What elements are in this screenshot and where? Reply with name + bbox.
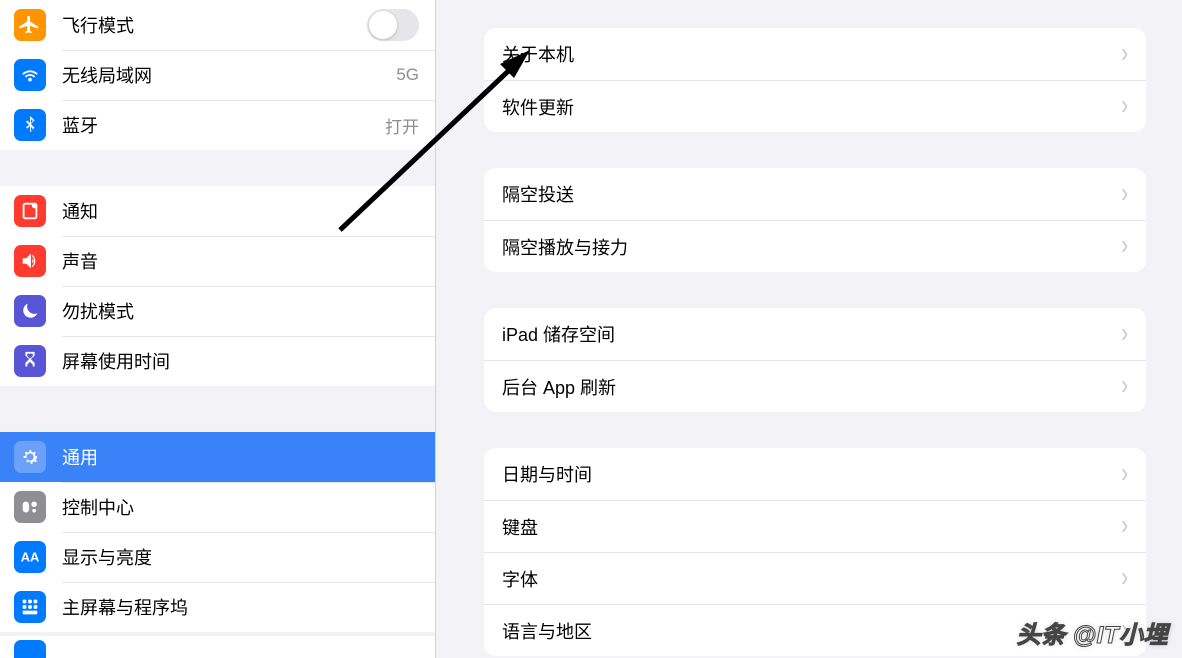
sidebar-item-homescreen[interactable]: 主屏幕与程序坞 [0,582,435,632]
general-label: 通用 [62,444,419,470]
screentime-label: 屏幕使用时间 [62,348,419,374]
fonts-label: 字体 [502,566,1121,592]
detail-item-fonts[interactable]: 字体 › [484,552,1146,604]
control-center-icon [14,491,46,523]
partial-icon [14,640,46,658]
bluetooth-status: 打开 [385,113,419,138]
chevron-right-icon: › [1121,178,1128,210]
wifi-icon [14,59,46,91]
sidebar-item-screentime[interactable]: 屏幕使用时间 [0,336,435,386]
detail-section-3: iPad 储存空间 › 后台 App 刷新 › [484,308,1146,412]
sidebar-item-control-center[interactable]: 控制中心 [0,482,435,532]
chevron-right-icon: › [1121,318,1128,350]
sidebar-item-sounds[interactable]: 声音 [0,236,435,286]
storage-label: iPad 储存空间 [502,321,1121,347]
detail-pane: 关于本机 › 软件更新 › 隔空投送 › 隔空播放与接力 › iPad 储存空间… [436,0,1182,658]
chevron-right-icon: › [1121,458,1128,490]
chevron-right-icon: › [1121,230,1128,262]
sidebar-item-wifi[interactable]: 无线局域网 5G [0,50,435,100]
background-refresh-label: 后台 App 刷新 [502,374,1121,400]
notifications-icon [14,195,46,227]
detail-item-about[interactable]: 关于本机 › [484,28,1146,80]
airplane-mode-toggle[interactable] [367,9,419,41]
control-center-label: 控制中心 [62,494,419,520]
settings-sidebar: 飞行模式 无线局域网 5G 蓝牙 打开 通知 [0,0,436,658]
sidebar-item-next[interactable] [0,636,435,658]
sounds-icon [14,245,46,277]
software-update-label: 软件更新 [502,94,1121,120]
bluetooth-icon [14,109,46,141]
about-label: 关于本机 [502,41,1121,67]
keyboard-label: 键盘 [502,514,1121,540]
chevron-right-icon: › [1121,90,1128,122]
detail-item-keyboard[interactable]: 键盘 › [484,500,1146,552]
homescreen-icon [14,591,46,623]
airplane-mode-label: 飞行模式 [62,12,367,38]
detail-item-datetime[interactable]: 日期与时间 › [484,448,1146,500]
detail-item-airdrop[interactable]: 隔空投送 › [484,168,1146,220]
gear-icon [14,441,46,473]
hourglass-icon [14,345,46,377]
detail-item-background-refresh[interactable]: 后台 App 刷新 › [484,360,1146,412]
airdrop-label: 隔空投送 [502,181,1121,207]
chevron-right-icon: › [1121,562,1128,594]
sidebar-item-display[interactable]: AA 显示与亮度 [0,532,435,582]
dnd-label: 勿扰模式 [62,298,419,324]
sidebar-item-notifications[interactable]: 通知 [0,186,435,236]
wifi-status: 5G [396,65,419,85]
watermark-text: 头条 @IT小埋 [1017,615,1168,650]
sidebar-item-airplane-mode[interactable]: 飞行模式 [0,0,435,50]
display-icon: AA [14,541,46,573]
detail-section-1: 关于本机 › 软件更新 › [484,28,1146,132]
chevron-right-icon: › [1121,38,1128,70]
sidebar-item-dnd[interactable]: 勿扰模式 [0,286,435,336]
airplane-icon [14,9,46,41]
svg-text:AA: AA [21,550,40,565]
detail-item-storage[interactable]: iPad 储存空间 › [484,308,1146,360]
sidebar-item-general[interactable]: 通用 [0,432,435,482]
moon-icon [14,295,46,327]
datetime-label: 日期与时间 [502,461,1121,487]
detail-section-2: 隔空投送 › 隔空播放与接力 › [484,168,1146,272]
wifi-label: 无线局域网 [62,62,396,88]
homescreen-label: 主屏幕与程序坞 [62,594,419,620]
chevron-right-icon: › [1121,510,1128,542]
detail-item-software-update[interactable]: 软件更新 › [484,80,1146,132]
chevron-right-icon: › [1121,370,1128,402]
detail-item-airplay[interactable]: 隔空播放与接力 › [484,220,1146,272]
airplay-label: 隔空播放与接力 [502,234,1121,260]
sidebar-item-bluetooth[interactable]: 蓝牙 打开 [0,100,435,150]
notifications-label: 通知 [62,198,419,224]
sounds-label: 声音 [62,248,419,274]
bluetooth-label: 蓝牙 [62,112,385,138]
display-label: 显示与亮度 [62,544,419,570]
